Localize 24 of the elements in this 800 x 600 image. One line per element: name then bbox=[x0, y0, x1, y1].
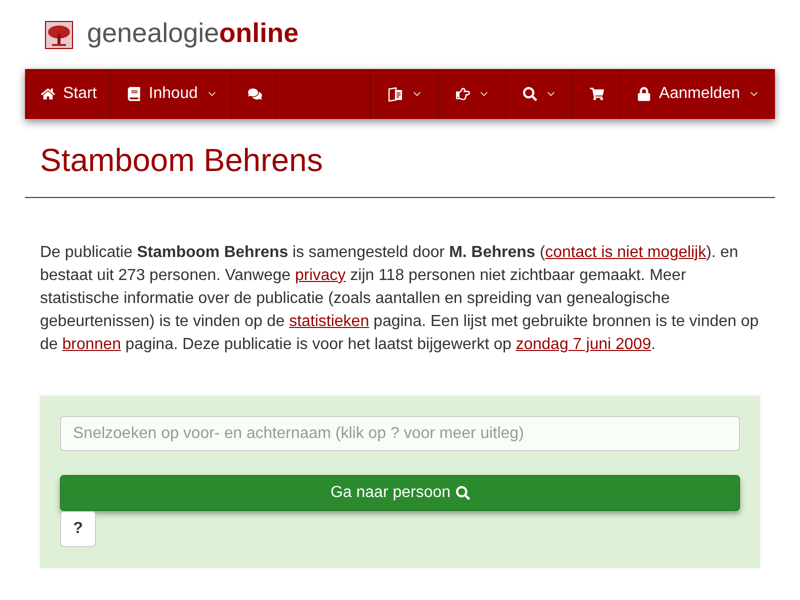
search-icon bbox=[523, 87, 538, 101]
nav-item[interactable]: Aanmelden bbox=[619, 69, 775, 119]
book-icon bbox=[126, 87, 141, 101]
text-link[interactable]: statistieken bbox=[289, 313, 370, 330]
nav-item[interactable]: Inhoud bbox=[110, 69, 232, 119]
home-icon bbox=[41, 87, 55, 101]
text-link[interactable]: zondag 7 juni 2009 bbox=[516, 336, 652, 353]
lock-icon bbox=[637, 87, 652, 101]
search-field[interactable]: Snelzoeken op voor- en achternaam (klik op ? voor meer uitleg) bbox=[60, 416, 740, 451]
chat-bubbles-icon bbox=[248, 87, 262, 101]
text-link[interactable]: contact is niet mogelijk bbox=[545, 244, 706, 261]
help-button[interactable]: ? bbox=[60, 511, 96, 547]
nav-item[interactable]: Start bbox=[25, 69, 111, 119]
text-link[interactable]: privacy bbox=[295, 267, 346, 284]
page-heading: Stamboom Behrens bbox=[40, 142, 324, 178]
publication-description: De publicatie Stamboom Behrens is samengesteld door M. Behrens (contact is niet mogelijk). en bestaat uit 273 personen. Vanwege privacy zijn 118 personen niet zichtbaar gemaakt. Meer statistische informatie over de publicatie (zoals aantallen en spreiding van genealogische gebeurtenissen) is te vinden op de statistieken pagina. Een lijst met gebruikte bronnen is te vinden op de bronnen pagina. Deze publicatie is voor het laatst bijgewerkt op zondag 7 juni 2009. bbox=[40, 243, 760, 355]
cart-icon bbox=[590, 87, 604, 101]
text-link[interactable]: bronnen bbox=[62, 336, 121, 353]
pointing-hand-icon bbox=[456, 87, 470, 101]
search-icon bbox=[456, 486, 470, 500]
tree-logo-icon bbox=[45, 20, 73, 48]
go-to-person-button[interactable]: Ga naar persoon bbox=[60, 475, 740, 511]
site-logo-wordmark[interactable]: genealogieonline bbox=[87, 20, 299, 49]
document-pages-icon bbox=[388, 86, 404, 102]
